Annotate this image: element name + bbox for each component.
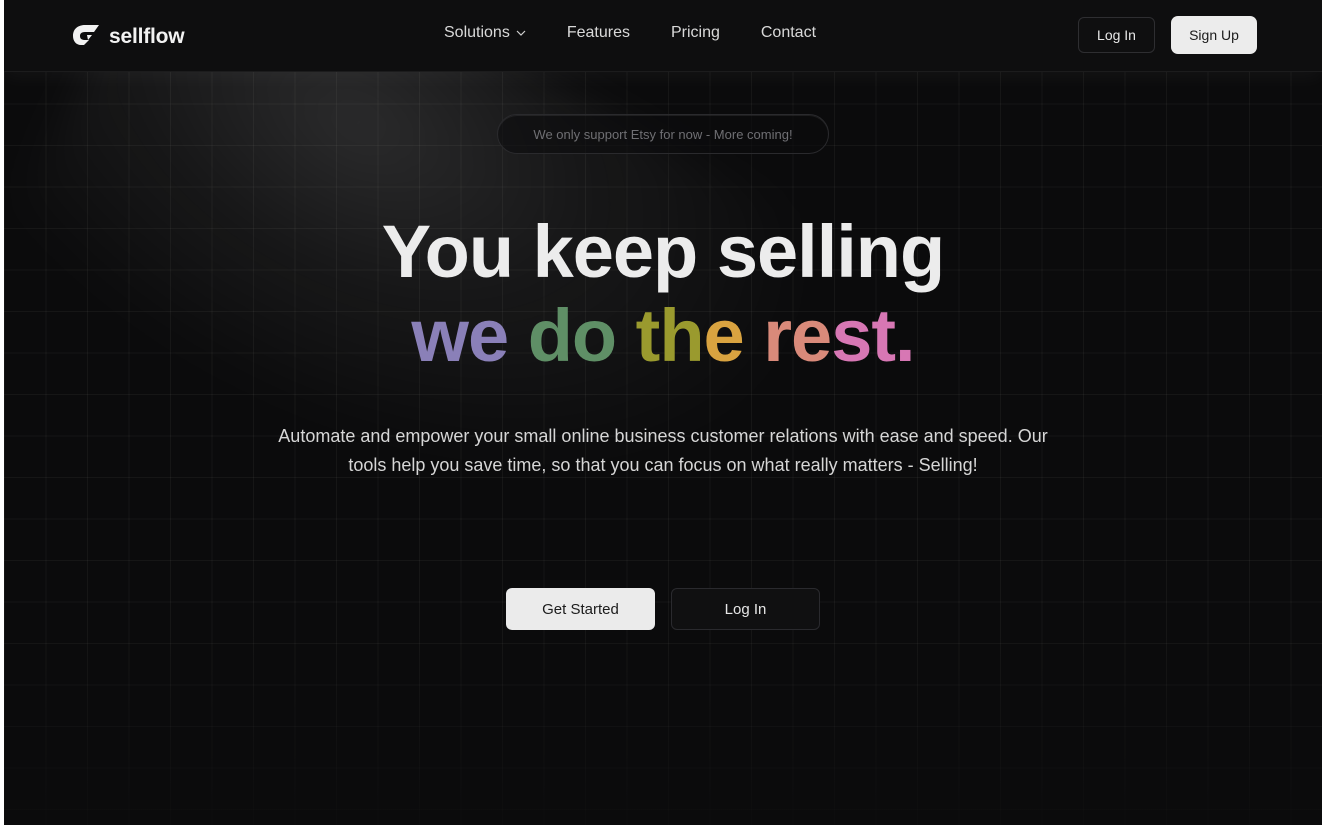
nav-contact-label: Contact bbox=[760, 24, 817, 41]
top-navbar: sellflow Solutions Features Pricing Cont… bbox=[4, 0, 1322, 72]
headline-word-do: do bbox=[527, 294, 617, 377]
support-notice-pill: We only support Etsy for now - More comi… bbox=[497, 114, 829, 154]
nav-pricing-label: Pricing bbox=[670, 24, 720, 41]
nav-features-label: Features bbox=[566, 24, 630, 41]
main-nav: Solutions Features Pricing Contact bbox=[444, 24, 816, 42]
hero-headline-line1: You keep selling bbox=[381, 210, 945, 293]
bottom-fade bbox=[0, 625, 1326, 825]
nav-pricing[interactable]: Pricing bbox=[671, 24, 720, 42]
hero-description: Automate and empower your small online b… bbox=[278, 426, 1048, 475]
chevron-down-icon bbox=[516, 30, 526, 36]
nav-solutions[interactable]: Solutions bbox=[444, 24, 526, 42]
nav-contact[interactable]: Contact bbox=[761, 24, 816, 42]
sellflow-logo-icon bbox=[69, 22, 103, 51]
hero-headline-line2: we do the rest. bbox=[0, 294, 1326, 378]
window-edge-left bbox=[0, 0, 4, 825]
header-login-button[interactable]: Log In bbox=[1078, 17, 1155, 53]
brand-logo[interactable]: sellflow bbox=[69, 22, 185, 51]
get-started-button[interactable]: Get Started bbox=[506, 588, 655, 630]
headline-word-re: re bbox=[763, 294, 832, 377]
header-signup-button[interactable]: Sign Up bbox=[1171, 16, 1257, 54]
brand-name: sellflow bbox=[109, 24, 185, 48]
headline-word-we: we bbox=[411, 294, 509, 377]
landing-page: sellflow Solutions Features Pricing Cont… bbox=[0, 0, 1326, 825]
headline-word-st: st. bbox=[831, 294, 915, 377]
headline-word-th: th bbox=[635, 294, 705, 377]
window-edge-right bbox=[1322, 0, 1326, 825]
nav-solutions-label: Solutions bbox=[444, 24, 510, 41]
headline-word-e: e bbox=[703, 294, 745, 377]
nav-features[interactable]: Features bbox=[567, 24, 630, 42]
hero-login-button[interactable]: Log In bbox=[671, 588, 820, 630]
